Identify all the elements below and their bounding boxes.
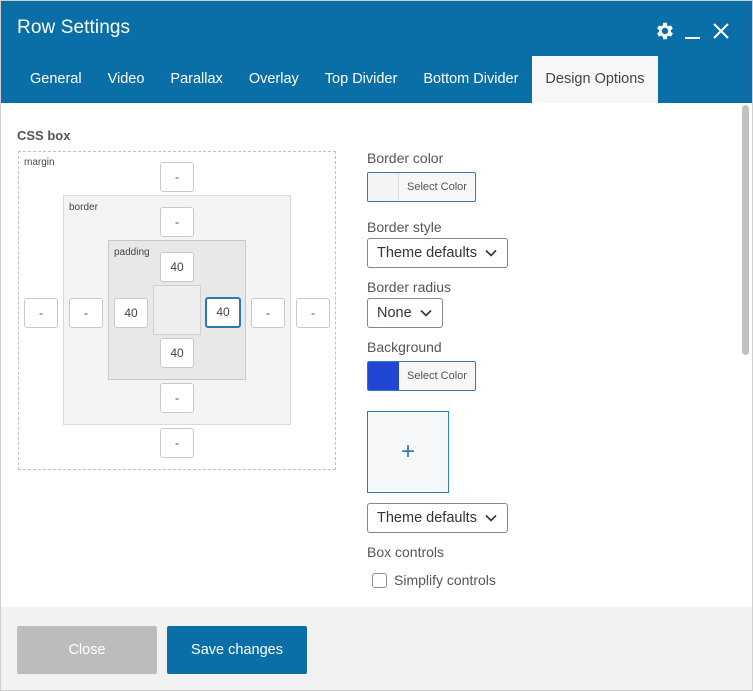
chevron-down-icon [485, 239, 497, 267]
css-box-title: CSS box [17, 128, 71, 143]
border-label: border [69, 202, 98, 213]
background-color-picker[interactable]: Select Color [367, 361, 476, 391]
margin-right-input[interactable]: - [296, 298, 330, 328]
margin-bottom-input[interactable]: - [160, 428, 194, 458]
tab-general[interactable]: General [17, 56, 95, 103]
background-style-value: Theme defaults [377, 510, 477, 526]
border-radius-value: None [377, 305, 412, 321]
border-right-input[interactable]: - [251, 298, 285, 328]
simplify-controls-label[interactable]: Simplify controls [394, 572, 496, 588]
plus-icon: + [400, 438, 415, 465]
row-settings-dialog: Row Settings General Video Parallax Over… [0, 0, 753, 691]
close-button[interactable]: Close [17, 626, 157, 674]
gear-icon[interactable] [654, 20, 676, 42]
background-style-select[interactable]: Theme defaults [367, 503, 508, 533]
padding-right-input[interactable]: 40 [205, 297, 241, 328]
tab-bottom-divider[interactable]: Bottom Divider [410, 56, 531, 103]
close-icon[interactable] [710, 20, 732, 42]
scrollbar-thumb[interactable] [742, 105, 749, 355]
tab-top-divider[interactable]: Top Divider [312, 56, 411, 103]
border-top-input[interactable]: - [160, 207, 194, 237]
dialog-title: Row Settings [17, 17, 131, 38]
dialog-footer: Close Save changes [1, 607, 752, 690]
border-radius-select[interactable]: None [367, 298, 443, 328]
tab-overlay[interactable]: Overlay [236, 56, 312, 103]
chevron-down-icon [485, 504, 497, 532]
border-color-picker[interactable]: Select Color [367, 172, 476, 202]
padding-left-input[interactable]: 40 [114, 298, 148, 328]
tab-parallax[interactable]: Parallax [157, 56, 235, 103]
tab-video[interactable]: Video [95, 56, 158, 103]
border-left-input[interactable]: - [69, 298, 103, 328]
padding-top-input[interactable]: 40 [160, 252, 194, 282]
border-radius-label: Border radius [367, 279, 452, 295]
border-color-swatch [368, 173, 399, 201]
dialog-header: Row Settings General Video Parallax Over… [1, 1, 752, 103]
padding-label: padding [114, 247, 150, 258]
simplify-controls-checkbox[interactable] [372, 573, 387, 588]
minimize-icon[interactable] [682, 20, 704, 42]
border-color-label: Border color [367, 150, 444, 166]
margin-label: margin [24, 157, 55, 168]
background-color-swatch [368, 362, 399, 390]
chevron-down-icon [420, 299, 432, 327]
margin-left-input[interactable]: - [24, 298, 58, 328]
border-style-label: Border style [367, 219, 442, 235]
add-image-button[interactable]: + [367, 411, 449, 493]
background-label: Background [367, 339, 442, 355]
content-box [153, 285, 201, 335]
border-style-value: Theme defaults [377, 245, 477, 261]
border-bottom-input[interactable]: - [160, 383, 194, 413]
background-color-button-label: Select Color [399, 362, 475, 390]
tab-bar: General Video Parallax Overlay Top Divid… [17, 56, 658, 103]
box-controls-label: Box controls [367, 544, 445, 560]
save-changes-button[interactable]: Save changes [167, 626, 307, 674]
tab-design-options[interactable]: Design Options [532, 56, 658, 103]
padding-bottom-input[interactable]: 40 [160, 338, 194, 368]
border-color-button-label: Select Color [399, 173, 475, 201]
margin-top-input[interactable]: - [160, 162, 194, 192]
border-style-select[interactable]: Theme defaults [367, 238, 508, 268]
